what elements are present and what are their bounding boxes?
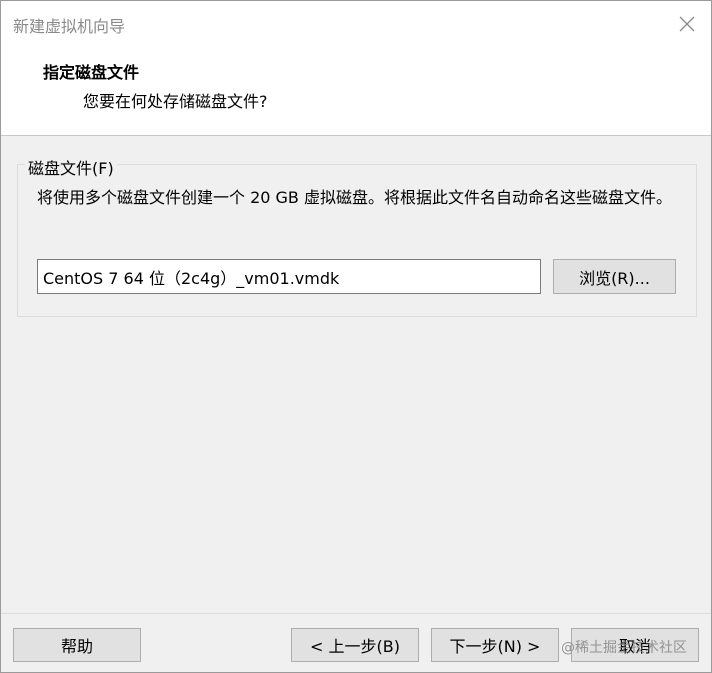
title-bar: 新建虚拟机向导 — [1, 1, 711, 45]
disk-file-description: 将使用多个磁盘文件创建一个 20 GB 虚拟磁盘。将根据此文件名自动命名这些磁盘… — [37, 188, 672, 207]
window-title: 新建虚拟机向导 — [13, 17, 126, 36]
disk-file-group-label: 磁盘文件(F) — [25, 155, 117, 179]
disk-file-path-input[interactable] — [37, 259, 541, 294]
close-button[interactable] — [673, 11, 701, 37]
next-button[interactable]: 下一步(N) > — [431, 628, 559, 662]
page-subtitle: 您要在何处存储磁盘文件? — [83, 92, 268, 111]
wizard-header: 指定磁盘文件 您要在何处存储磁盘文件? — [1, 45, 711, 136]
close-icon — [679, 16, 695, 32]
page-title: 指定磁盘文件 — [43, 63, 140, 82]
footer-divider — [1, 613, 711, 614]
help-button[interactable]: 帮助 — [13, 628, 141, 662]
back-button[interactable]: < 上一步(B) — [291, 628, 419, 662]
browse-button[interactable]: 浏览(R)... — [553, 259, 676, 294]
new-vm-wizard-dialog: 新建虚拟机向导 指定磁盘文件 您要在何处存储磁盘文件? 磁盘文件(F) 将使用多… — [0, 0, 712, 673]
cancel-button[interactable]: 取消 — [571, 628, 699, 662]
